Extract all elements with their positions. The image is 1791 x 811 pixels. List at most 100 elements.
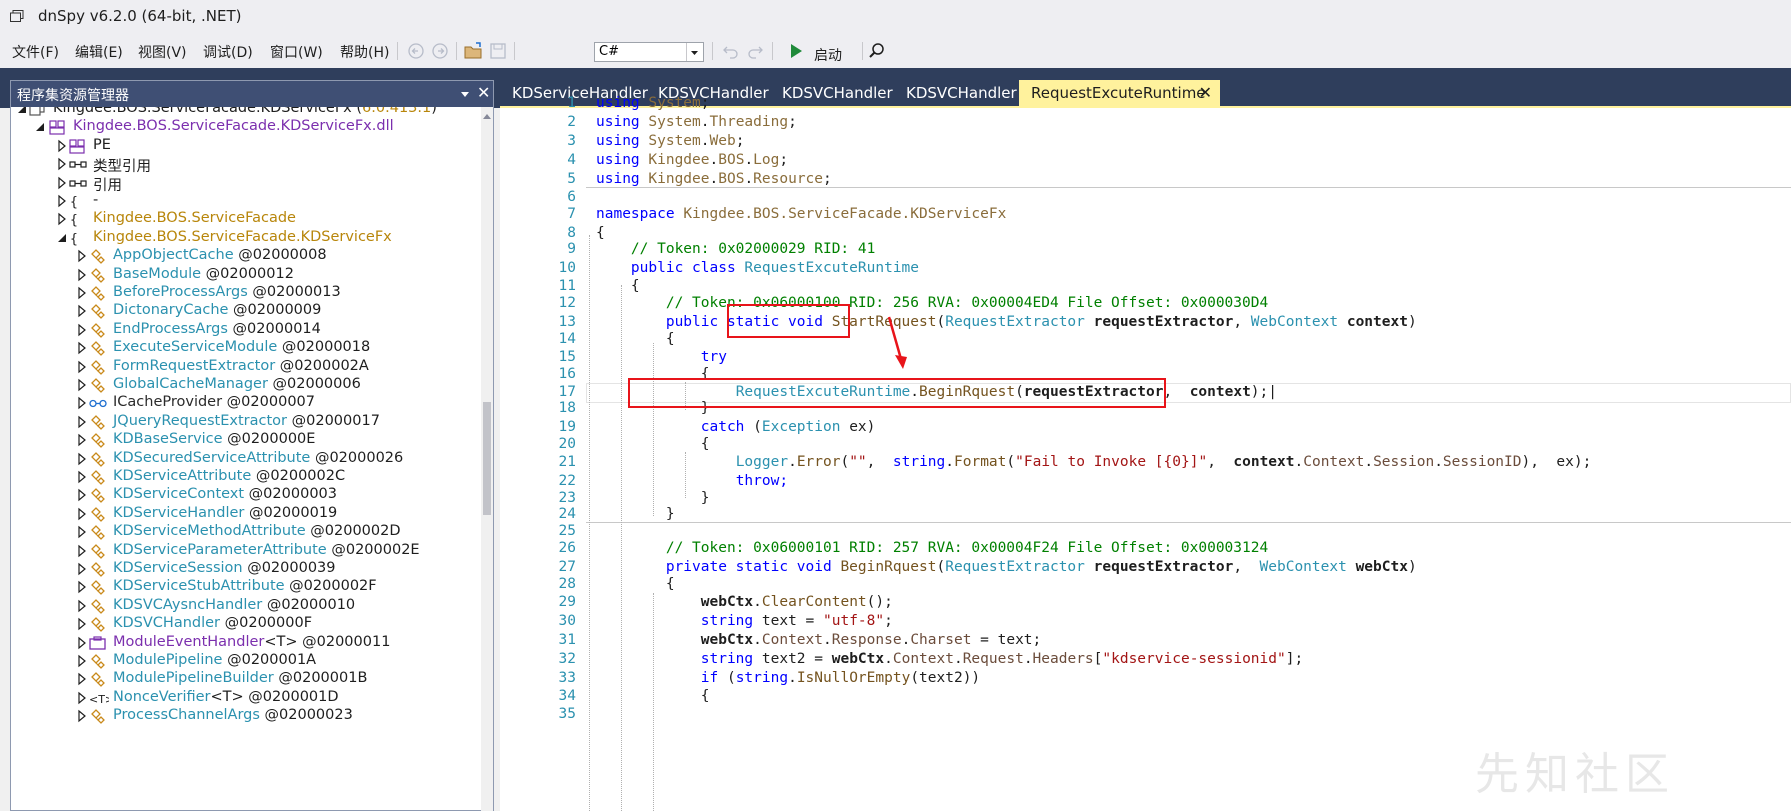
tree-expand-icon[interactable] xyxy=(77,415,87,429)
class-icon xyxy=(89,414,105,430)
toolbar-separator xyxy=(397,42,398,60)
tree-expand-icon[interactable] xyxy=(77,249,87,263)
code-keyword: catch xyxy=(700,419,745,435)
tree-collapse-icon[interactable] xyxy=(35,120,45,134)
tree-expand-icon[interactable] xyxy=(77,286,87,300)
tree-node-text: ProcessChannelArgs xyxy=(113,707,260,724)
namespace-icon: { } xyxy=(69,231,93,247)
code-punct: (text2)) xyxy=(910,670,981,686)
tree-node-text: BeforeProcessArgs xyxy=(113,284,248,300)
line-number: 2 xyxy=(567,114,576,130)
start-debug-icon[interactable] xyxy=(788,42,804,60)
tree-node-text: @02000012 xyxy=(201,265,294,282)
menu-edit[interactable]: 编辑(E) xyxy=(75,42,123,62)
search-icon[interactable] xyxy=(868,42,886,60)
tree-expand-icon[interactable] xyxy=(77,654,87,668)
panel-close-icon[interactable]: ✕ xyxy=(477,83,490,102)
save-icon[interactable] xyxy=(489,42,507,60)
tree-expand-icon[interactable] xyxy=(77,323,87,337)
menu-help[interactable]: 帮助(H) xyxy=(340,42,389,62)
line-number: 22 xyxy=(558,473,576,489)
tree-expand-icon[interactable] xyxy=(57,176,67,190)
code-property: Context xyxy=(892,651,954,667)
menu-file[interactable]: 文件(F) xyxy=(12,42,59,62)
code-type: Logger xyxy=(735,454,789,470)
tree-expand-icon[interactable] xyxy=(77,580,87,594)
tree-expand-icon[interactable] xyxy=(77,360,87,374)
tree-node-label: ExecuteServiceModule @02000018 xyxy=(113,339,370,355)
code-line-2: using System.Threading; xyxy=(596,114,797,130)
line-number: 17 xyxy=(558,384,576,400)
tree-expand-icon[interactable] xyxy=(77,433,87,447)
tree-expand-icon[interactable] xyxy=(77,268,87,282)
tree-expand-icon[interactable] xyxy=(77,672,87,686)
redo-icon[interactable] xyxy=(746,42,764,60)
tab-requestexcuteruntime[interactable]: RequestExcuteRuntime ✕ xyxy=(1019,80,1220,106)
tree-expand-icon[interactable] xyxy=(77,341,87,355)
tree-expand-icon[interactable] xyxy=(57,194,67,208)
tree-expand-icon[interactable] xyxy=(77,507,87,521)
tree-expand-icon[interactable] xyxy=(77,599,87,613)
tree-expand-icon[interactable] xyxy=(77,488,87,502)
code-text[interactable]: using System; using System.Threading; us… xyxy=(586,95,1791,811)
tree-node-text: KDSVCAysncHandler xyxy=(113,596,263,613)
code-punct: ( xyxy=(753,419,762,435)
tab-kdsvchandler-3[interactable]: KDSVCHandler xyxy=(894,80,1018,106)
line-number: 20 xyxy=(558,436,576,452)
tree-expand-icon[interactable] xyxy=(77,562,87,576)
start-debug-label[interactable]: 启动 xyxy=(814,45,842,65)
scroll-thumb[interactable] xyxy=(483,402,491,515)
tree-expand-icon[interactable] xyxy=(77,525,87,539)
tree-node-label: ProcessChannelArgs @02000023 xyxy=(113,707,353,723)
line-number: 15 xyxy=(558,349,576,365)
code-punct: ; xyxy=(788,114,797,130)
tree-collapse-icon[interactable] xyxy=(17,107,27,116)
tree-node-type[interactable]: ProcessChannelArgs @02000023 xyxy=(11,706,481,727)
tree-expand-icon[interactable] xyxy=(77,691,87,705)
menu-window[interactable]: 窗口(W) xyxy=(270,42,323,62)
tree-expand-icon[interactable] xyxy=(77,452,87,466)
tree-expand-icon[interactable] xyxy=(77,378,87,392)
tree-expand-icon[interactable] xyxy=(77,636,87,650)
menu-view[interactable]: 视图(V) xyxy=(138,42,187,62)
tree-expand-icon[interactable] xyxy=(77,617,87,631)
tree-expand-icon[interactable] xyxy=(57,139,67,153)
tree-node-text: @0200002E xyxy=(326,541,420,558)
code-keyword: private static void xyxy=(665,559,832,575)
tree-expand-icon[interactable] xyxy=(77,709,87,723)
code-editor[interactable]: 1 2 3 4 5 6 7 8 9 10 11 12 13 14 15 16 17 18 19 20 21 22 23 24 2… xyxy=(500,95,1791,811)
menu-debug[interactable]: 调试(D) xyxy=(203,42,253,62)
tree-node-label: EndProcessArgs @02000014 xyxy=(113,321,321,337)
code-type: RequestExtractor xyxy=(945,314,1085,330)
navigate-forward-icon[interactable] xyxy=(431,42,449,60)
tab-kdsvchandler-2[interactable]: KDSVCHandler xyxy=(770,80,894,106)
tree-collapse-icon[interactable] xyxy=(57,231,67,245)
class-icon xyxy=(89,525,105,541)
tree-expand-icon[interactable] xyxy=(77,304,87,318)
open-folder-icon[interactable] xyxy=(464,42,484,60)
line-number: 31 xyxy=(558,632,576,648)
tree-node-text: @02000013 xyxy=(247,284,341,300)
tree-scrollbar[interactable] xyxy=(481,107,493,811)
tree-expand-icon[interactable] xyxy=(77,396,87,410)
tree-expand-icon[interactable] xyxy=(57,212,67,226)
undo-icon[interactable] xyxy=(722,42,740,60)
navigate-back-icon[interactable] xyxy=(407,42,425,60)
code-punct: ; xyxy=(823,171,832,187)
tree-node-text: @0200002D xyxy=(305,523,401,540)
tree-expand-icon[interactable] xyxy=(77,544,87,558)
code-line-19: catch (Exception ex) xyxy=(596,419,876,435)
scroll-up-icon[interactable] xyxy=(481,111,493,123)
tree-node-label: ModuleEventHandler<T> @02000011 xyxy=(113,634,390,650)
tab-close-icon[interactable]: ✕ xyxy=(1199,83,1212,102)
language-select[interactable]: C# xyxy=(594,42,704,62)
panel-menu-chevron-icon[interactable] xyxy=(459,89,471,99)
tree-expand-icon[interactable] xyxy=(57,157,67,171)
code-punct: ; xyxy=(779,152,789,168)
code-type: RequestExcuteRuntime xyxy=(744,260,920,276)
tree-node-label: KDServiceSession @02000039 xyxy=(113,560,336,576)
tree-node-text: @0200001B xyxy=(273,670,368,687)
line-number: 9 xyxy=(567,241,576,257)
code-comment: // Token: 0x02000029 RID: 41 xyxy=(630,241,876,257)
tree-expand-icon[interactable] xyxy=(77,470,87,484)
